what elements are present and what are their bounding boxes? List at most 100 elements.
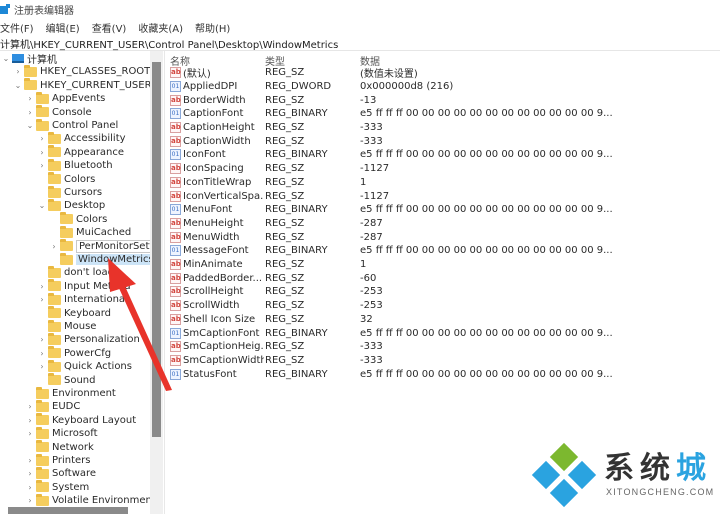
value-row[interactable]: ab Shell Icon Size REG_SZ 32 xyxy=(168,313,720,327)
tree-item[interactable]: Colors xyxy=(50,212,107,226)
value-row[interactable]: ab ScrollHeight REG_SZ -253 xyxy=(168,285,720,299)
chevron-right-icon[interactable]: › xyxy=(38,349,46,358)
tree-horizontal-scrollbar[interactable] xyxy=(8,507,128,514)
tree-item[interactable]: ⌄ HKEY_CURRENT_USER xyxy=(14,78,152,92)
chevron-right-icon[interactable]: › xyxy=(26,483,34,492)
tree-item[interactable]: don't load xyxy=(38,265,114,279)
value-row[interactable]: ab (默认) REG_SZ (数值未设置) xyxy=(168,66,720,80)
chevron-right-icon[interactable]: › xyxy=(38,362,46,371)
tree-item[interactable]: › Personalization xyxy=(38,332,140,346)
value-row[interactable]: 01 SmCaptionFont REG_BINARY e5 ff ff ff 00 … xyxy=(168,326,720,340)
value-row[interactable]: ab SmCaptionWidth REG_SZ -333 xyxy=(168,354,720,368)
value-type: REG_BINARY xyxy=(265,204,328,216)
value-row[interactable]: ab MenuWidth REG_SZ -287 xyxy=(168,230,720,244)
value-row[interactable]: ab MenuHeight REG_SZ -287 xyxy=(168,217,720,231)
chevron-right-icon[interactable]: › xyxy=(38,335,46,344)
tree-item[interactable]: › Software xyxy=(26,466,96,480)
value-data: -287 xyxy=(360,217,383,229)
value-row[interactable]: ab CaptionHeight REG_SZ -333 xyxy=(168,121,720,135)
chevron-right-icon[interactable]: › xyxy=(26,456,34,465)
tree-item[interactable]: › Console xyxy=(26,105,92,119)
tree-item[interactable]: Network xyxy=(26,440,94,454)
chevron-right-icon[interactable]: › xyxy=(38,134,46,143)
menu-view[interactable]: 查看(V) xyxy=(92,20,127,35)
tree-item[interactable]: › Volatile Environment xyxy=(26,493,152,507)
tree-item[interactable]: › HKEY_CLASSES_ROOT xyxy=(14,64,150,78)
chevron-down-icon[interactable]: ⌄ xyxy=(14,81,22,90)
chevron-right-icon[interactable]: › xyxy=(38,148,46,157)
chevron-right-icon[interactable]: › xyxy=(26,469,34,478)
pane-splitter[interactable] xyxy=(164,51,165,514)
tree-item[interactable]: ⌄ 计算机 xyxy=(2,52,57,66)
tree-item[interactable]: › System xyxy=(26,480,89,494)
value-row[interactable]: ab PaddedBorder... REG_SZ -60 xyxy=(168,272,720,286)
value-row[interactable]: 01 CaptionFont REG_BINARY e5 ff ff ff 00 00… xyxy=(168,107,720,121)
value-row[interactable]: ab ScrollWidth REG_SZ -253 xyxy=(168,299,720,313)
tree-item[interactable]: › AppEvents xyxy=(26,91,105,105)
tree-item[interactable]: MuiCached xyxy=(50,225,131,239)
chevron-down-icon[interactable]: ⌄ xyxy=(2,54,10,63)
address-bar[interactable]: 计算机\HKEY_CURRENT_USER\Control Panel\Desk… xyxy=(0,36,720,51)
tree-item[interactable]: › Keyboard Layout xyxy=(26,413,136,427)
value-row[interactable]: 01 MessageFont REG_BINARY e5 ff ff ff 00 00… xyxy=(168,244,720,258)
value-type: REG_SZ xyxy=(265,313,305,325)
tree-scrollbar-thumb[interactable] xyxy=(152,62,161,437)
tree-item[interactable]: › International xyxy=(38,292,128,306)
tree-item[interactable]: › Accessibility xyxy=(38,131,126,145)
value-row[interactable]: ab SmCaptionHeig... REG_SZ -333 xyxy=(168,340,720,354)
tree-item[interactable]: Colors xyxy=(38,172,96,186)
value-row[interactable]: ab IconSpacing REG_SZ -1127 xyxy=(168,162,720,176)
tree-item[interactable]: › Bluetooth xyxy=(38,158,113,172)
tree-item-label: Colors xyxy=(64,173,96,185)
tree-item[interactable]: Sound xyxy=(38,373,96,387)
chevron-right-icon[interactable]: › xyxy=(26,429,34,438)
chevron-right-icon[interactable]: › xyxy=(50,242,58,251)
tree-item-label: Control Panel xyxy=(52,120,119,131)
tree-item[interactable]: ⌄ Desktop xyxy=(38,198,105,212)
menu-favorites[interactable]: 收藏夹(A) xyxy=(138,20,183,35)
value-name-cell: 01 StatusFont xyxy=(170,367,264,381)
value-name: CaptionWidth xyxy=(183,135,251,147)
chevron-right-icon[interactable]: › xyxy=(26,416,34,425)
tree-item[interactable]: Keyboard xyxy=(38,306,111,320)
tree-item[interactable]: › Printers xyxy=(26,453,90,467)
value-row[interactable]: 01 IconFont REG_BINARY e5 ff ff ff 00 00 00… xyxy=(168,148,720,162)
folder-icon xyxy=(60,212,73,225)
tree-item[interactable]: WindowMetrics xyxy=(50,252,152,266)
chevron-right-icon[interactable]: › xyxy=(38,161,46,170)
tree-item[interactable]: › Quick Actions xyxy=(38,359,132,373)
value-row[interactable]: ab IconVerticalSpa... REG_SZ -1127 xyxy=(168,189,720,203)
chevron-down-icon[interactable]: ⌄ xyxy=(38,201,46,210)
chevron-right-icon[interactable]: › xyxy=(26,402,34,411)
tree-item[interactable]: › Microsoft xyxy=(26,426,98,440)
chevron-down-icon[interactable]: ⌄ xyxy=(26,121,34,130)
menu-help[interactable]: 帮助(H) xyxy=(195,20,230,35)
tree-item[interactable]: › Appearance xyxy=(38,145,124,159)
chevron-right-icon[interactable]: › xyxy=(38,282,46,291)
tree-item[interactable]: › Input Method xyxy=(38,279,131,293)
tree-item-label: Network xyxy=(52,441,94,453)
chevron-right-icon[interactable]: › xyxy=(26,108,34,117)
tree-item[interactable]: Cursors xyxy=(38,185,102,199)
tree-item[interactable]: › PerMonitorSettings xyxy=(50,239,152,253)
value-row[interactable]: ab CaptionWidth REG_SZ -333 xyxy=(168,135,720,149)
chevron-right-icon[interactable]: › xyxy=(26,94,34,103)
value-type: REG_BINARY xyxy=(265,368,328,380)
tree-item[interactable]: ⌄ Control Panel xyxy=(26,118,119,132)
chevron-right-icon[interactable]: › xyxy=(26,496,34,505)
value-row[interactable]: ab BorderWidth REG_SZ -13 xyxy=(168,93,720,107)
value-row[interactable]: ab IconTitleWrap REG_SZ 1 xyxy=(168,176,720,190)
tree-item[interactable]: › PowerCfg xyxy=(38,346,111,360)
tree-item[interactable]: › EUDC xyxy=(26,399,80,413)
menu-edit[interactable]: 编辑(E) xyxy=(46,20,80,35)
menu-file[interactable]: 文件(F) xyxy=(0,20,34,35)
value-row[interactable]: 01 AppliedDPI REG_DWORD 0x000000d8 (216) xyxy=(168,80,720,94)
tree-item[interactable]: Environment xyxy=(26,386,116,400)
tree-item[interactable]: Mouse xyxy=(38,319,96,333)
value-row[interactable]: ab MinAnimate REG_SZ 1 xyxy=(168,258,720,272)
value-row[interactable]: 01 StatusFont REG_BINARY e5 ff ff ff 00 00 … xyxy=(168,367,720,381)
value-row[interactable]: 01 MenuFont REG_BINARY e5 ff ff ff 00 00 00… xyxy=(168,203,720,217)
chevron-right-icon[interactable]: › xyxy=(14,67,22,76)
folder-icon xyxy=(36,480,49,493)
chevron-right-icon[interactable]: › xyxy=(38,295,46,304)
